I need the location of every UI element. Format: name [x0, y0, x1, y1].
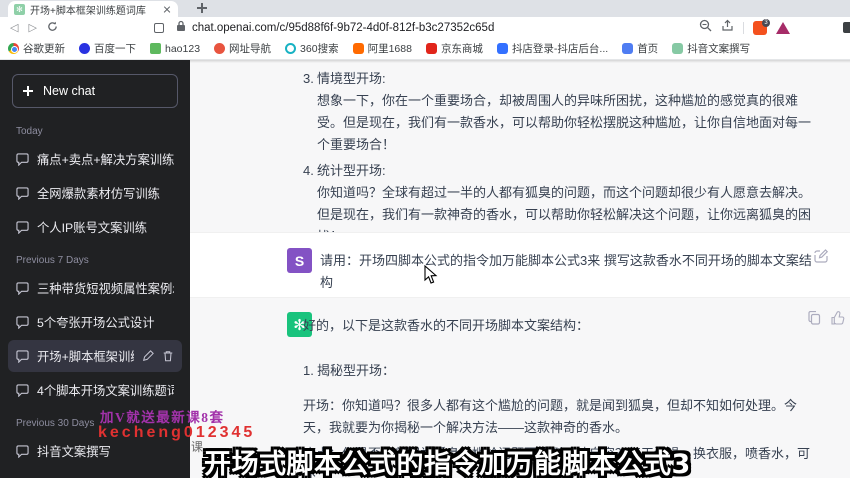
- sidebar-item-three-video-types[interactable]: 三种带货短视频属性案例示范: [8, 272, 182, 304]
- chatgpt-favicon-icon: ✻: [14, 3, 25, 15]
- share-icon[interactable]: [721, 19, 734, 37]
- sidebar-item-pain-points[interactable]: 痛点+卖点+解决方案训练题词: [8, 143, 182, 175]
- browser-toolbar: ◁ ▷ chat.openai.com/c/95d88f6f-9b72-4d0f…: [0, 17, 850, 38]
- lock-icon[interactable]: [176, 19, 186, 37]
- bookmark-item[interactable]: 360搜索: [285, 41, 339, 56]
- triangle-extension-icon[interactable]: [776, 21, 790, 34]
- chat-bubble-icon: [16, 186, 29, 200]
- jd-icon: [425, 43, 437, 54]
- extension-badge: 3: [762, 18, 770, 27]
- section-label-prev7: Previous 7 Days: [16, 255, 89, 266]
- list-item-title: 统计型开场:: [317, 163, 386, 178]
- baidu-icon: [79, 43, 90, 54]
- assistant-intro: 好的，以下是这款香水的不同开场脚本文案结构：: [303, 318, 590, 333]
- edit-message-icon[interactable]: [814, 249, 828, 263]
- browser-tab[interactable]: ✻ 开场+脚本框架训练题词库: [8, 1, 178, 17]
- douyin-shop-icon: [496, 43, 508, 54]
- watermark-line1: 加V就送最新课8套: [100, 410, 225, 425]
- chrome-icon: [8, 43, 19, 54]
- sidebar-item-four-scripts[interactable]: 4个脚本开场文案训练题词库: [8, 374, 182, 406]
- new-chat-button[interactable]: New chat: [12, 74, 178, 108]
- bookmark-item[interactable]: hao123: [150, 43, 200, 55]
- chat-main: 3. 情境型开场: 想象一下，你在一个重要场合，却被周围人的异味所困扰，这种尴尬…: [190, 60, 850, 478]
- sidebar-item-personal-ip[interactable]: 个人IP账号文案训练: [8, 211, 182, 243]
- user-message: S 请用：开场四脚本公式的指令加万能脚本公式3来 撰写这款香水不同开场的脚本文案…: [190, 232, 850, 298]
- chat-bubble-icon: [16, 220, 29, 234]
- zoom-icon[interactable]: [699, 19, 712, 37]
- toolbar-divider: [743, 21, 744, 34]
- sidebar-item-viral-material[interactable]: 全网爆款素材仿写训练: [8, 177, 182, 209]
- watermark-fragment: 课: [191, 440, 204, 454]
- sidebar-item-business-logic[interactable]: 默姐商业逻辑思维训练题词库: [8, 469, 182, 478]
- list-item-body: 想象一下，你在一个重要场合，却被周围人的异味所困扰，这种尴尬的感觉真的很难受。但…: [317, 93, 812, 152]
- chat-bubble-icon: [16, 315, 29, 329]
- sidebar-item-exaggerated-openings[interactable]: 5个夸张开场公式设计: [8, 306, 182, 338]
- bookmark-item[interactable]: 抖音文案撰写: [672, 41, 750, 56]
- bookmark-item[interactable]: 网址导航: [214, 41, 271, 56]
- chat-bubble-icon: [16, 349, 29, 363]
- alibaba-icon: [352, 43, 364, 54]
- profile-icon[interactable]: [843, 22, 850, 33]
- section-label-today: Today: [16, 126, 43, 137]
- video-subtitle: 开场式脚本公式的指令加万能脚本公式3 开场式脚本公式的指令加万能脚本公式3: [204, 449, 691, 478]
- assistant-message-continued: 3. 情境型开场: 想象一下，你在一个重要场合，却被周围人的异味所困扰，这种尴尬…: [190, 60, 850, 244]
- tab-strip: ✻ 开场+脚本框架训练题词库: [0, 0, 850, 17]
- user-avatar: S: [287, 248, 312, 273]
- new-tab-button[interactable]: [196, 2, 208, 14]
- chat-bubble-icon: [16, 383, 29, 397]
- forward-icon[interactable]: ▷: [28, 21, 36, 34]
- tab-close-icon[interactable]: [162, 4, 172, 14]
- browser-window: ✻ 开场+脚本框架训练题词库 ◁ ▷ chat.openai.com/c/95d…: [0, 0, 850, 478]
- trash-icon[interactable]: [162, 350, 174, 362]
- list-item-title: 揭秘型开场：: [317, 363, 396, 378]
- bookmarks-bar: 谷歌更新 百度一下 hao123 网址导航 360搜索 阿里1688 京东商城 …: [0, 38, 850, 60]
- search-360-icon: [285, 43, 297, 54]
- bookmark-item[interactable]: 京东商城: [425, 41, 483, 56]
- reload-icon[interactable]: [47, 21, 58, 35]
- shield-extension-icon[interactable]: 3: [753, 18, 770, 35]
- chat-bubble-icon: [16, 444, 29, 458]
- copy-icon[interactable]: [808, 311, 821, 325]
- hao123-icon: [150, 43, 161, 54]
- nav-site-icon: [214, 43, 226, 54]
- user-message-text: 请用：开场四脚本公式的指令加万能脚本公式3来 撰写这款香水不同开场的脚本文案结构: [320, 253, 812, 290]
- side-panel-icon[interactable]: [153, 22, 164, 33]
- list-item: 1. 揭秘型开场：: [303, 363, 396, 378]
- list-item: 3. 情境型开场: 想象一下，你在一个重要场合，却被周围人的异味所困扰，这种尴尬…: [303, 68, 815, 156]
- mouse-cursor: [424, 265, 438, 284]
- home-icon: [622, 43, 634, 54]
- douyin-copy-icon: [672, 43, 684, 54]
- plus-icon: [23, 86, 33, 96]
- url-text[interactable]: chat.openai.com/c/95d88f6f-9b72-4d0f-812…: [192, 22, 494, 34]
- bookmark-item[interactable]: 抖店登录-抖店后台...: [496, 41, 608, 56]
- list-item-title: 情境型开场:: [317, 71, 386, 86]
- thumbs-up-icon[interactable]: [831, 311, 845, 325]
- watermark-line2: kecheng012345: [98, 424, 256, 441]
- bookmark-item[interactable]: 阿里1688: [352, 41, 412, 56]
- tab-title: 开场+脚本框架训练题词库: [30, 5, 146, 17]
- bookmark-item[interactable]: 谷歌更新: [8, 41, 65, 56]
- edit-icon[interactable]: [142, 350, 154, 362]
- assistant-paragraph: 开场：你知道吗？很多人都有这个尴尬的问题，就是闻到狐臭，但却不知如何处理。今天，…: [303, 398, 798, 435]
- sidebar-item-opening-script-framework[interactable]: 开场+脚本框架训练题: [8, 340, 182, 372]
- bookmark-item[interactable]: 首页: [622, 41, 658, 56]
- bookmark-item[interactable]: 百度一下: [79, 41, 136, 56]
- chat-bubble-icon: [16, 281, 29, 295]
- back-icon[interactable]: ◁: [10, 21, 18, 34]
- chat-bubble-icon: [16, 152, 29, 166]
